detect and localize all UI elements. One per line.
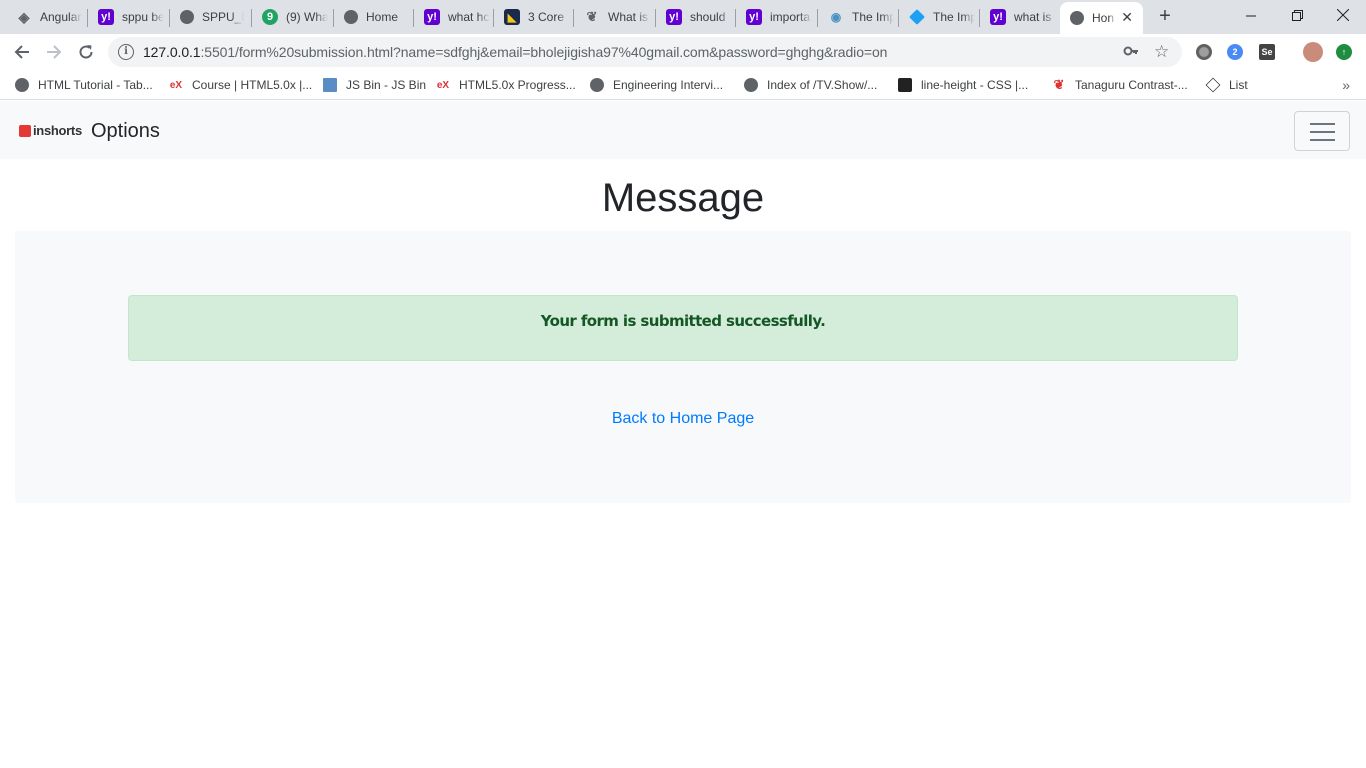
bookmark-list[interactable]: List (1205, 76, 1248, 94)
page-content: inshorts Options Message Your form is su… (0, 101, 1366, 768)
bookmark-jsbin[interactable]: JS Bin - JS Bin (323, 76, 426, 94)
tab-active-home[interactable]: Hon ✕ (1060, 2, 1143, 34)
tab-title: importa (770, 10, 811, 24)
brand-logo[interactable]: inshorts (19, 123, 82, 138)
tab-3-core[interactable]: ◣ 3 Core (494, 0, 574, 34)
site-icon: ◣ (504, 9, 520, 25)
selenium-icon[interactable]: Se (1259, 44, 1275, 60)
tab-title: should (690, 10, 726, 24)
yahoo-icon: y! (990, 9, 1006, 25)
bookmark-line-height[interactable]: line-height - CSS |... (898, 76, 1028, 94)
tab-angular[interactable]: ◈ Angular (6, 0, 88, 34)
back-button[interactable] (10, 40, 34, 64)
diamond-icon (909, 9, 925, 25)
browser-toolbar: i 127.0.0.1:5501/form%20submission.html?… (0, 34, 1366, 70)
update-icon[interactable]: ↑ (1336, 44, 1352, 60)
yahoo-icon: y! (666, 9, 682, 25)
address-bar[interactable]: i 127.0.0.1:5501/form%20submission.html?… (108, 37, 1182, 67)
globe-icon (180, 10, 194, 24)
tab-title: what hc (448, 10, 490, 24)
arrow-left-icon (14, 45, 29, 59)
tab-what-is-2[interactable]: y! what is (980, 0, 1060, 34)
tab-sppu[interactable]: y! sppu be (88, 0, 170, 34)
avatar[interactable] (1303, 42, 1323, 62)
tab-title: what is (1014, 10, 1052, 24)
globe-icon (590, 78, 604, 92)
close-icon (1337, 9, 1349, 21)
success-alert: Your form is submitted successfully. (128, 295, 1238, 361)
tab-what-hc[interactable]: y! what hc (414, 0, 494, 34)
tab-title: sppu be (122, 10, 164, 24)
edx-icon: eX (169, 79, 183, 91)
tab-the-imp-2[interactable]: The Imp (899, 0, 980, 34)
globe-icon (744, 78, 758, 92)
back-to-home-link[interactable]: Back to Home Page (15, 410, 1351, 428)
tab-title: What is (608, 10, 649, 24)
minimize-button[interactable] (1228, 0, 1274, 30)
bookmark-index-tv-show[interactable]: Index of /TV.Show/... (744, 76, 877, 94)
tab-strip: ◈ Angular y! sppu be SPPU_B 9 (9) Wha Ho… (0, 0, 1366, 34)
jsbin-icon (323, 78, 337, 92)
globe-icon (1070, 11, 1084, 25)
star-icon[interactable]: ☆ (1154, 42, 1169, 62)
tab-title: The Imp (933, 10, 975, 24)
bookmark-engineering-interview[interactable]: Engineering Intervi... (590, 76, 723, 94)
restore-button[interactable] (1274, 0, 1320, 30)
globe-icon (15, 78, 29, 92)
key-icon[interactable] (1123, 43, 1139, 63)
chevron-double-right-icon[interactable]: » (1342, 77, 1350, 93)
tree-icon: ❦ (586, 9, 598, 24)
counter-icon: 9 (262, 9, 278, 25)
navbar-toggle-button[interactable] (1294, 111, 1350, 151)
bookmarks-bar: HTML Tutorial - Tab... eX Course | HTML5.… (0, 70, 1366, 100)
page-title: Message (601, 176, 765, 220)
brand-label[interactable]: Options (91, 120, 160, 143)
tab-title: (9) Wha (286, 10, 328, 24)
tab-title: Hon (1092, 11, 1115, 25)
tab-what-is[interactable]: ❦ What is (574, 0, 656, 34)
tab-title: Home (366, 10, 399, 24)
list-icon (1205, 77, 1221, 93)
site-navbar: inshorts Options (0, 101, 1366, 159)
yahoo-icon: y! (98, 9, 114, 25)
tab-whatsapp[interactable]: 9 (9) Wha (252, 0, 334, 34)
tab-title: SPPU_B (202, 10, 244, 24)
minimize-icon (1245, 15, 1256, 16)
info-icon[interactable]: i (118, 44, 134, 60)
arrow-right-icon (47, 45, 62, 59)
logo-mark (19, 124, 31, 137)
extension-circle-icon[interactable] (1196, 44, 1212, 60)
reload-icon (79, 45, 93, 59)
tab-title: Angular (40, 10, 82, 24)
mdn-icon (898, 78, 912, 92)
url-text[interactable]: 127.0.0.1:5501/form%20submission.html?na… (143, 44, 887, 60)
restore-icon (1291, 9, 1303, 21)
angular-icon: ◈ (18, 8, 30, 25)
extension-badge-icon[interactable]: 2 (1227, 44, 1243, 60)
close-icon[interactable]: ✕ (1121, 9, 1133, 26)
bookmark-html-tutorial[interactable]: HTML Tutorial - Tab... (15, 76, 153, 94)
new-tab-button[interactable]: + (1155, 6, 1175, 26)
forward-button[interactable] (42, 40, 66, 64)
bookmark-course-html5[interactable]: eX Course | HTML5.0x |... (169, 76, 312, 94)
hamburger-icon (1310, 123, 1335, 125)
message-panel: Your form is submitted successfully. Bac… (15, 231, 1351, 503)
close-window-button[interactable] (1320, 0, 1366, 30)
bookmark-tanaguru[interactable]: ❦ Tanaguru Contrast-... (1052, 76, 1188, 94)
tab-title: The Imp (852, 10, 894, 24)
bookmark-html5-progress[interactable]: eX HTML5.0x Progress... (436, 76, 576, 94)
yahoo-icon: y! (424, 9, 440, 25)
yahoo-icon: y! (746, 9, 762, 25)
tab-the-imp-1[interactable]: ◉ The Imp (818, 0, 899, 34)
eye-icon: ◉ (830, 10, 842, 24)
edx-icon: eX (436, 79, 450, 91)
tab-sppu-b[interactable]: SPPU_B (170, 0, 252, 34)
tab-title: 3 Core (528, 10, 565, 24)
tab-should[interactable]: y! should (656, 0, 736, 34)
tab-importa[interactable]: y! importa (736, 0, 818, 34)
reload-button[interactable] (74, 40, 98, 64)
globe-icon (344, 10, 358, 24)
tab-home[interactable]: Home (334, 0, 414, 34)
tanaguru-icon: ❦ (1053, 77, 1065, 92)
